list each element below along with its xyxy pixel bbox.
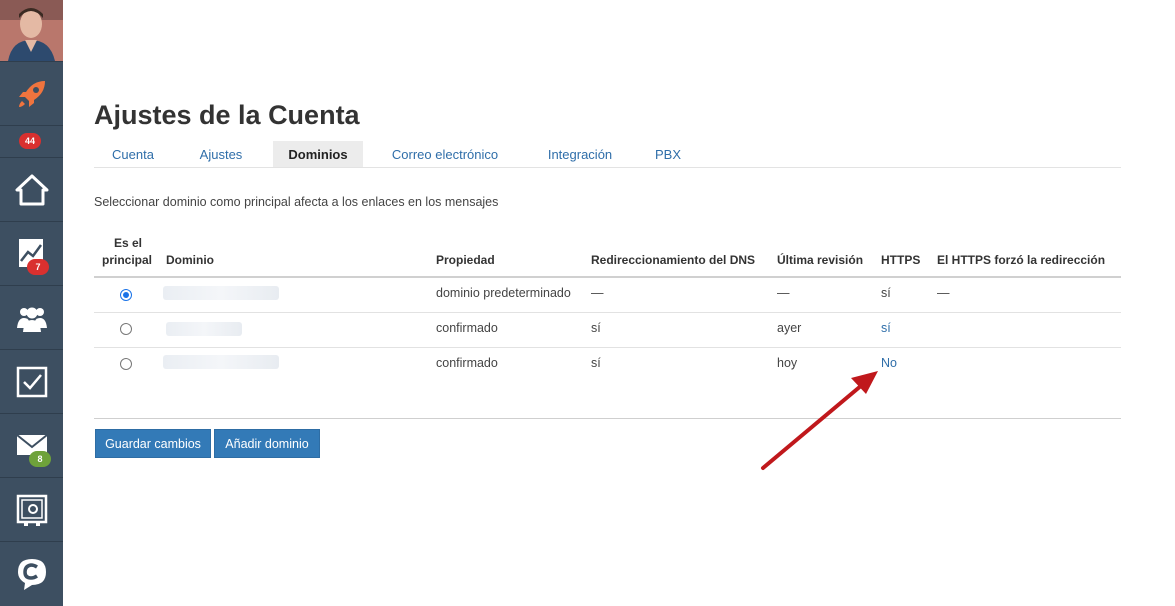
principal-radio[interactable] xyxy=(120,323,132,335)
https-link[interactable]: No xyxy=(881,356,897,370)
rocket-icon xyxy=(15,77,49,111)
property-cell: confirmado xyxy=(436,356,498,370)
header-last-check: Última revisión xyxy=(777,253,864,267)
notification-badge: 44 xyxy=(19,133,41,149)
intro-text: Seleccionar dominio como principal afect… xyxy=(94,195,499,209)
safe-icon xyxy=(16,494,48,526)
dns-cell: — xyxy=(591,286,604,300)
header-principal-line2: principal xyxy=(102,253,153,267)
https-link[interactable]: sí xyxy=(881,321,891,335)
sidebar-item-mail[interactable]: 8 xyxy=(0,413,63,477)
sidebar-item-chat[interactable] xyxy=(0,541,63,606)
tab-pbx[interactable]: PBX xyxy=(646,141,690,167)
header-https-redirect: El HTTPS forzó la redirección xyxy=(937,253,1106,267)
chat-icon xyxy=(16,557,48,591)
principal-radio[interactable] xyxy=(120,358,132,370)
last-check-cell: ayer xyxy=(777,321,802,335)
row-divider xyxy=(94,347,1121,348)
dns-cell: sí xyxy=(591,356,601,370)
dns-cell: sí xyxy=(591,321,601,335)
reports-badge: 7 xyxy=(27,259,49,275)
property-cell: confirmado xyxy=(436,321,498,335)
sidebar-item-contacts[interactable] xyxy=(0,285,63,349)
tasks-icon xyxy=(16,366,48,398)
tab-cuenta[interactable]: Cuenta xyxy=(94,141,172,167)
page-title: Ajustes de la Cuenta xyxy=(94,100,360,130)
property-cell: dominio predeterminado xyxy=(436,286,571,300)
sidebar-badge-row: 44 xyxy=(0,125,63,157)
tab-correo[interactable]: Correo electrónico xyxy=(380,141,510,167)
domain-name-redacted xyxy=(163,286,279,300)
sidebar: 44 7 8 xyxy=(0,0,63,606)
table-bottom-divider xyxy=(94,418,1121,419)
settings-tabs: Cuenta Ajustes Dominios Correo electróni… xyxy=(94,141,1121,168)
avatar[interactable] xyxy=(0,0,63,61)
header-divider xyxy=(94,276,1121,278)
users-icon xyxy=(15,304,49,332)
sidebar-item-home[interactable] xyxy=(0,157,63,221)
https-redirect-cell: — xyxy=(937,286,950,300)
sidebar-item-reports[interactable]: 7 xyxy=(0,221,63,285)
https-cell: sí xyxy=(881,286,891,300)
home-icon xyxy=(15,174,49,206)
header-property: Propiedad xyxy=(436,253,495,267)
save-button[interactable]: Guardar cambios xyxy=(95,429,211,458)
tab-integracion[interactable]: Integración xyxy=(530,141,630,167)
domain-name-redacted xyxy=(166,322,242,336)
mail-badge: 8 xyxy=(29,451,51,467)
sidebar-item-safe[interactable] xyxy=(0,477,63,541)
domain-name-redacted xyxy=(163,355,279,369)
header-dns: Redireccionamiento del DNS xyxy=(591,253,756,267)
last-check-cell: hoy xyxy=(777,356,798,370)
header-https: HTTPS xyxy=(881,253,921,267)
sidebar-item-tasks[interactable] xyxy=(0,349,63,413)
sidebar-item-rocket[interactable] xyxy=(0,61,63,125)
annotation-arrow xyxy=(761,371,878,470)
add-domain-button[interactable]: Añadir dominio xyxy=(214,429,320,458)
tab-dominios[interactable]: Dominios xyxy=(273,141,363,167)
principal-radio[interactable] xyxy=(120,289,132,301)
row-divider xyxy=(94,312,1121,313)
header-domain: Dominio xyxy=(166,253,214,267)
header-principal-line1: Es el xyxy=(114,236,143,250)
tab-ajustes[interactable]: Ajustes xyxy=(182,141,260,167)
last-check-cell: — xyxy=(777,286,790,300)
